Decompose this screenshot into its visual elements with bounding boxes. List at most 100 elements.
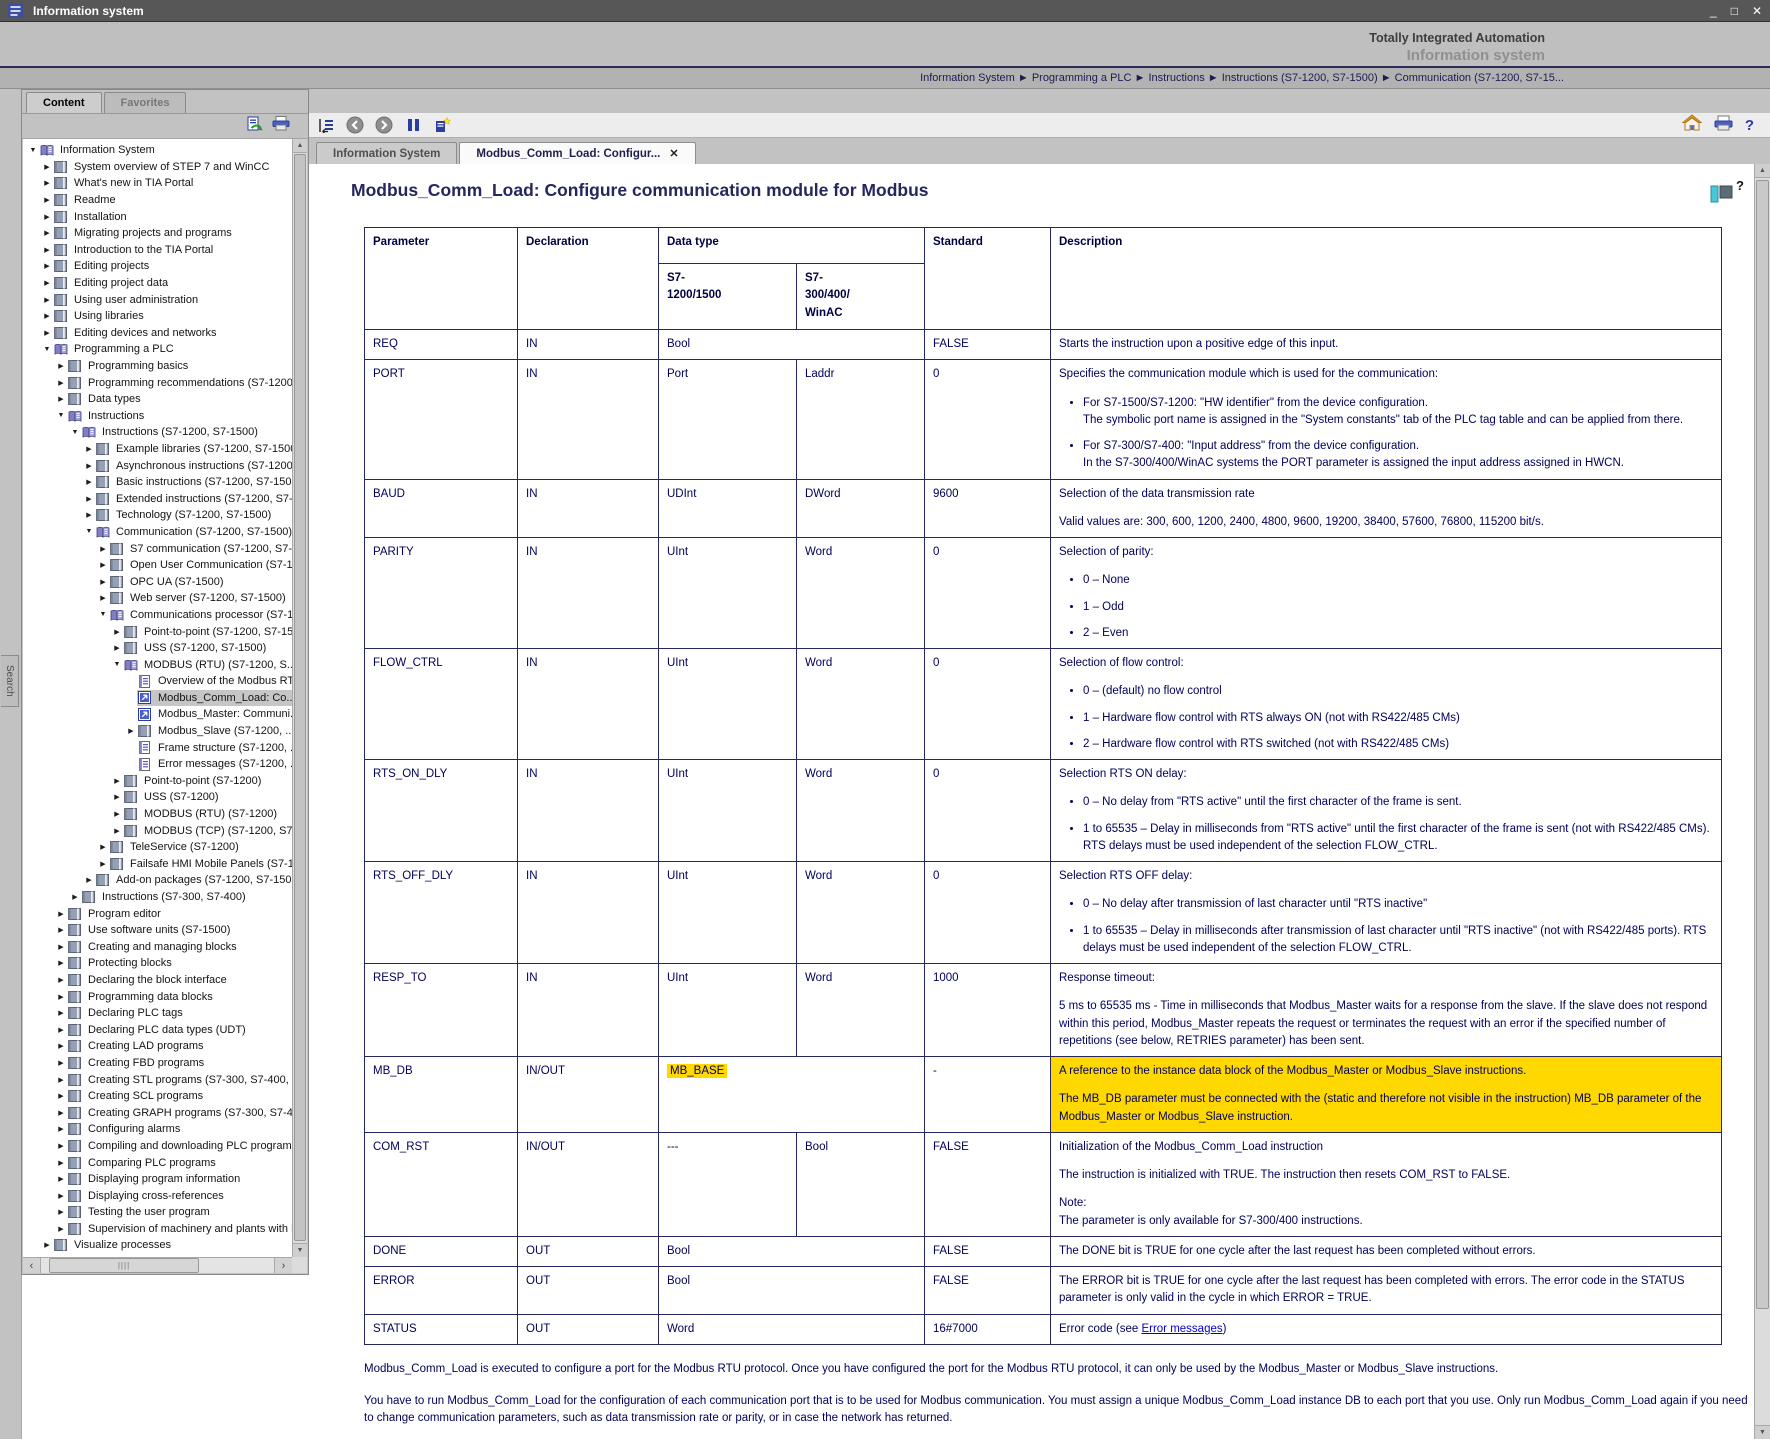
expander-collapsed-icon[interactable]: ▶ <box>83 445 95 453</box>
tree-item[interactable]: ▼MODBUS (RTU) (S7-1200, S... <box>23 656 292 673</box>
scroll-left-icon[interactable]: ‹ <box>23 1258 41 1273</box>
tree-item[interactable]: ▶Programming data blocks <box>23 988 292 1005</box>
expander-collapsed-icon[interactable]: ▶ <box>55 926 67 934</box>
tree-item[interactable]: ▶Example libraries (S7-1200, S7-1500) <box>23 441 292 458</box>
tree-item[interactable]: ▼Instructions (S7-1200, S7-1500) <box>23 424 292 441</box>
tree-item[interactable]: ▶Compiling and downloading PLC programs <box>23 1138 292 1155</box>
tab-information-system[interactable]: Information System <box>316 142 457 164</box>
expander-collapsed-icon[interactable]: ▶ <box>111 810 123 818</box>
expander-collapsed-icon[interactable]: ▶ <box>41 1241 53 1249</box>
tree-item[interactable]: ▶Programming basics <box>23 358 292 375</box>
tree-item[interactable]: ▶Creating GRAPH programs (S7-300, S7-400… <box>23 1104 292 1121</box>
tree-item[interactable]: ▶Supervision of machinery and plants wit… <box>23 1221 292 1238</box>
expander-collapsed-icon[interactable]: ▶ <box>55 1159 67 1167</box>
expander-collapsed-icon[interactable]: ▶ <box>83 462 95 470</box>
tree-item[interactable]: ▶Declaring PLC data types (UDT) <box>23 1021 292 1038</box>
tree-item[interactable]: ▶Creating FBD programs <box>23 1055 292 1072</box>
tree-item[interactable]: Modbus_Master: Communi... <box>23 706 292 723</box>
tree-item[interactable]: Frame structure (S7-1200, ... <box>23 739 292 756</box>
page-vertical-scrollbar[interactable]: ▲ ▼ <box>1754 164 1770 1439</box>
expander-collapsed-icon[interactable]: ▶ <box>55 1175 67 1183</box>
tree-vertical-scrollbar[interactable]: ▲ ▼ <box>292 139 307 1257</box>
scroll-down-icon[interactable]: ▼ <box>293 1243 307 1257</box>
tree-item[interactable]: ▶Basic instructions (S7-1200, S7-1500) <box>23 474 292 491</box>
expander-collapsed-icon[interactable]: ▶ <box>55 379 67 387</box>
topic-help-icon[interactable]: ? <box>1710 182 1744 206</box>
close-tab-icon[interactable]: ✕ <box>669 147 678 160</box>
tree-item[interactable]: ▶Comparing PLC programs <box>23 1154 292 1171</box>
tree-item[interactable]: ▶MODBUS (TCP) (S7-1200, S7-1... <box>23 822 292 839</box>
back-icon[interactable] <box>343 115 367 136</box>
tree-item[interactable]: ▶Creating STL programs (S7-300, S7-400, … <box>23 1071 292 1088</box>
expander-collapsed-icon[interactable]: ▶ <box>55 910 67 918</box>
tree-item[interactable]: ▶Testing the user program <box>23 1204 292 1221</box>
tree-item[interactable]: ▶Web server (S7-1200, S7-1500) <box>23 590 292 607</box>
tree-horizontal-scrollbar[interactable]: ‹ |||| › <box>23 1257 292 1273</box>
expander-collapsed-icon[interactable]: ▶ <box>41 163 53 171</box>
expander-collapsed-icon[interactable]: ▶ <box>41 329 53 337</box>
scrollbar-thumb[interactable] <box>1756 180 1769 1309</box>
tree-item[interactable]: ▼Information System <box>23 142 292 159</box>
sync-topic-icon[interactable] <box>246 116 264 137</box>
tree-item[interactable]: ▶Declaring PLC tags <box>23 1005 292 1022</box>
expander-collapsed-icon[interactable]: ▶ <box>83 511 95 519</box>
tree-item[interactable]: ▶Configuring alarms <box>23 1121 292 1138</box>
tree-item[interactable]: ▶Displaying program information <box>23 1171 292 1188</box>
tree-item[interactable]: ▶Editing projects <box>23 258 292 275</box>
tree-item[interactable]: ▶Using user administration <box>23 291 292 308</box>
expander-collapsed-icon[interactable]: ▶ <box>111 777 123 785</box>
tree-item[interactable]: Error messages (S7-1200, ... <box>23 756 292 773</box>
tree-item[interactable]: Modbus_Comm_Load: Co... <box>23 690 292 707</box>
tree-item[interactable]: ▶Migrating projects and programs <box>23 225 292 242</box>
breadcrumb[interactable]: Information System ► Programming a PLC ►… <box>920 72 1564 84</box>
expander-collapsed-icon[interactable]: ▶ <box>41 279 53 287</box>
tree-item[interactable]: ▶Installation <box>23 208 292 225</box>
expander-collapsed-icon[interactable]: ▶ <box>55 1076 67 1084</box>
expander-collapsed-icon[interactable]: ▶ <box>125 727 137 735</box>
expander-collapsed-icon[interactable]: ▶ <box>55 1042 67 1050</box>
scroll-up-icon[interactable]: ▲ <box>293 139 307 153</box>
tree-item[interactable]: ▶Asynchronous instructions (S7-1200, S..… <box>23 457 292 474</box>
expander-collapsed-icon[interactable]: ▶ <box>97 843 109 851</box>
tree-item[interactable]: ▶Program editor <box>23 905 292 922</box>
tree-item[interactable]: ▶System overview of STEP 7 and WinCC <box>23 159 292 176</box>
minimize-button[interactable]: _ <box>1710 1 1717 21</box>
expander-collapsed-icon[interactable]: ▶ <box>41 229 53 237</box>
tree-item[interactable]: ▶Point-to-point (S7-1200, S7-1500) <box>23 623 292 640</box>
tree-item[interactable]: ▶Add-on packages (S7-1200, S7-1500) <box>23 872 292 889</box>
scrollbar-thumb[interactable] <box>294 154 306 1241</box>
expander-collapsed-icon[interactable]: ▶ <box>97 578 109 586</box>
tree-item[interactable]: ▶USS (S7-1200, S7-1500) <box>23 640 292 657</box>
expander-collapsed-icon[interactable]: ▶ <box>41 179 53 187</box>
tree-item[interactable]: ▶TeleService (S7-1200) <box>23 839 292 856</box>
expander-expanded-icon[interactable]: ▼ <box>97 611 109 618</box>
expander-collapsed-icon[interactable]: ▶ <box>55 1142 67 1150</box>
expander-collapsed-icon[interactable]: ▶ <box>111 644 123 652</box>
tree-item[interactable]: ▶Creating SCL programs <box>23 1088 292 1105</box>
expander-collapsed-icon[interactable]: ▶ <box>55 1208 67 1216</box>
tree-item[interactable]: ▶Use software units (S7-1500) <box>23 922 292 939</box>
tree-item[interactable]: ▶Technology (S7-1200, S7-1500) <box>23 507 292 524</box>
tree-item[interactable]: Overview of the Modbus RT... <box>23 673 292 690</box>
print-icon[interactable] <box>1714 115 1733 136</box>
expander-collapsed-icon[interactable]: ▶ <box>55 1009 67 1017</box>
expander-expanded-icon[interactable]: ▼ <box>55 412 67 419</box>
expander-collapsed-icon[interactable]: ▶ <box>55 1125 67 1133</box>
tree-item[interactable]: ▶Instructions (S7-300, S7-400) <box>23 889 292 906</box>
scroll-right-icon[interactable]: › <box>274 1258 292 1273</box>
tree-item[interactable]: ▶Creating LAD programs <box>23 1038 292 1055</box>
expander-collapsed-icon[interactable]: ▶ <box>55 1192 67 1200</box>
tree-item[interactable]: ▶Displaying cross-references <box>23 1187 292 1204</box>
expander-collapsed-icon[interactable]: ▶ <box>55 1225 67 1233</box>
expander-collapsed-icon[interactable]: ▶ <box>41 296 53 304</box>
locate-in-contents-icon[interactable] <box>314 115 338 136</box>
expander-collapsed-icon[interactable]: ▶ <box>55 1026 67 1034</box>
expander-collapsed-icon[interactable]: ▶ <box>97 545 109 553</box>
expander-collapsed-icon[interactable]: ▶ <box>55 976 67 984</box>
tree-item[interactable]: ▶USS (S7-1200) <box>23 789 292 806</box>
expander-expanded-icon[interactable]: ▼ <box>69 429 81 436</box>
expander-collapsed-icon[interactable]: ▶ <box>69 893 81 901</box>
expander-collapsed-icon[interactable]: ▶ <box>55 959 67 967</box>
expander-collapsed-icon[interactable]: ▶ <box>111 793 123 801</box>
expander-collapsed-icon[interactable]: ▶ <box>83 478 95 486</box>
